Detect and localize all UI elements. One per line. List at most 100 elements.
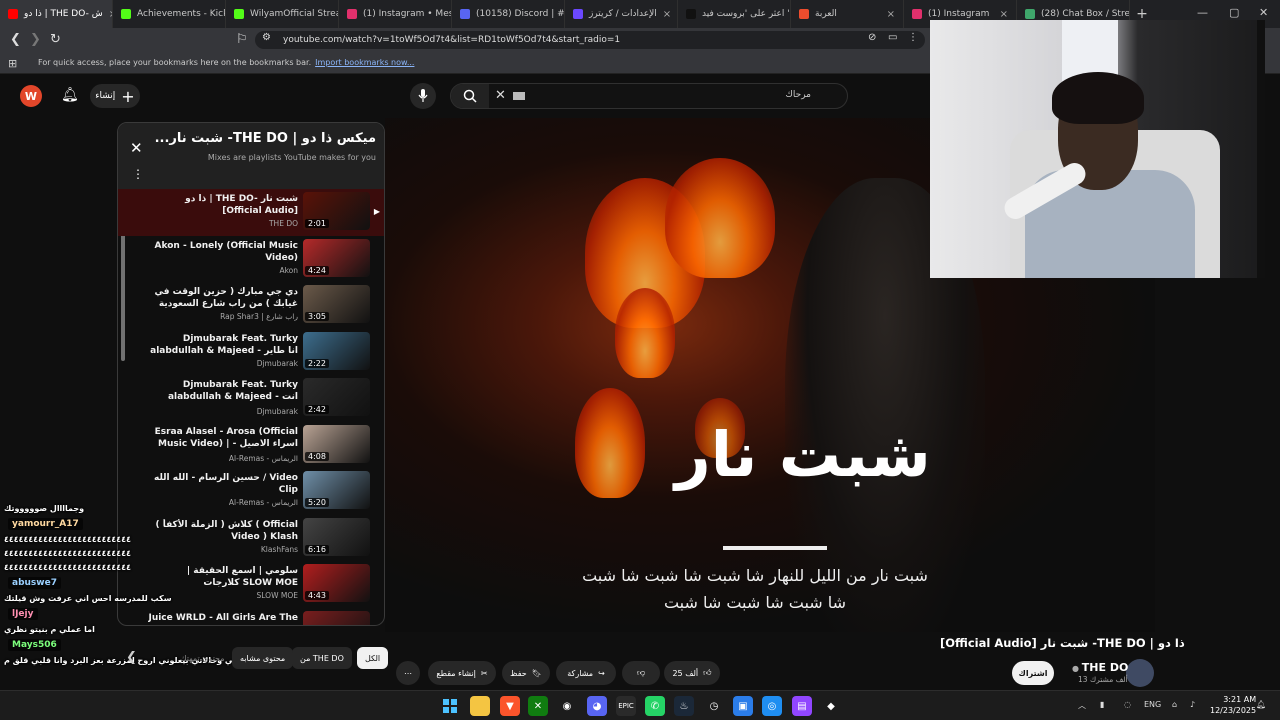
translate-icon[interactable]: ⊘ — [868, 32, 876, 43]
uplay-icon[interactable]: ◎ — [762, 696, 782, 716]
tab-label: (10158) Discord | # — [476, 9, 565, 19]
chip-recommended[interactable]: محتوى تمهتك — [172, 647, 233, 669]
video-thumbnail[interactable]: 3:05 — [303, 285, 370, 323]
lyrics-line-2: شا شبت شا شبت شا شبت — [663, 593, 847, 612]
playlist-item[interactable]: 2:22 Djmubarak Feat. Turky alabdullah & M… — [118, 329, 384, 376]
notification-center-icon[interactable]: 🔔︎ — [1256, 700, 1266, 709]
browser-tab[interactable]: Achievements - Kick D× — [113, 0, 226, 28]
clear-search-icon[interactable]: ✕ — [495, 88, 506, 103]
close-tab-icon[interactable]: × — [1000, 9, 1008, 20]
tray-mic-icon[interactable]: ◌ — [1124, 700, 1131, 709]
store-icon[interactable]: ▣ — [733, 696, 753, 716]
back-icon[interactable]: ❮ — [10, 32, 21, 47]
search-button[interactable] — [451, 84, 489, 108]
tab-label: الإعدادات / كريترز — [589, 9, 657, 19]
maximize-icon[interactable]: ▢ — [1229, 6, 1239, 19]
close-window-icon[interactable]: ✕ — [1259, 6, 1268, 19]
share-button[interactable]: مشاركة ↪ — [556, 661, 616, 685]
start-icon[interactable] — [440, 696, 460, 716]
browser-tab[interactable]: WilyamOfficial Stream× — [226, 0, 339, 28]
url-field[interactable]: youtube.com/watch?v=1toWf5Od7t4&list=RD1… — [255, 31, 925, 49]
video-thumbnail[interactable]: 6:16 — [303, 517, 370, 556]
video-thumbnail[interactable]: 2:22 — [303, 331, 370, 370]
xbox-icon[interactable]: ✕ — [528, 696, 548, 716]
reload-icon[interactable]: ↻ — [50, 32, 61, 47]
network-icon[interactable]: ⌂ — [1172, 700, 1177, 709]
playlist-item[interactable]: 4:08 Esraa Alasel - Arosa (Official Music… — [118, 422, 384, 469]
browser-tab[interactable]: (1) Instagram • Messa× — [339, 0, 452, 28]
discord-icon[interactable]: ◕ — [587, 696, 607, 716]
volume-icon[interactable]: ♪ — [1190, 700, 1195, 709]
more-options-icon[interactable]: ⋮ — [132, 167, 144, 181]
close-tab-icon[interactable]: × — [663, 9, 671, 20]
lyrics-text: شبت نار من الليل للنهار شا شبت شا شبت شا… — [545, 562, 965, 616]
browser-tab[interactable]: اعثر على 'بروست فيد '× — [678, 0, 791, 28]
chip-from-channel[interactable]: من THE DO — [292, 647, 352, 669]
cast-icon[interactable]: ▭ — [888, 32, 897, 43]
search-input[interactable]: مرحاك — [785, 90, 811, 100]
chip-scroll-left-icon[interactable]: ❮ — [126, 650, 137, 665]
more-actions-button[interactable]: ⋯ — [396, 661, 420, 685]
clock-app-icon[interactable]: ◷ — [704, 696, 724, 716]
chip-related[interactable]: محتوى مشابه — [232, 647, 294, 669]
save-button[interactable]: حفظ 🔖︎ — [502, 661, 550, 685]
video-thumbnail[interactable]: 4:24 — [303, 238, 370, 277]
clock-time: 3:21 AM — [1223, 695, 1257, 704]
apps-icon[interactable]: ⊞ — [8, 57, 17, 70]
site-info-icon[interactable]: ⚙ — [262, 32, 271, 43]
steam-icon[interactable]: ♨ — [674, 696, 694, 716]
page-scrollbar[interactable] — [1257, 20, 1265, 278]
dislike-button[interactable]: 👎︎ — [622, 661, 660, 685]
create-button[interactable]: إنشاء + — [90, 84, 140, 108]
video-thumbnail[interactable] — [303, 610, 370, 625]
video-thumbnail[interactable]: 5:20 — [303, 471, 370, 509]
channel-name[interactable]: ● THE DO — [1072, 661, 1128, 674]
chat-message: ٤٤٤٤٤٤٤٤٤٤٤٤٤٤٤٤٤٤٤٤٤٤٤٤٤٤ — [4, 563, 131, 572]
minimize-icon[interactable]: — — [1197, 6, 1208, 19]
browser-tab[interactable]: (10158) Discord | #× — [452, 0, 565, 28]
twitch-icon[interactable]: ▤ — [792, 696, 812, 716]
browser-tab[interactable]: ذا دو | THE DO- ش× — [0, 0, 113, 28]
tray-expand-icon[interactable]: ︿ — [1078, 700, 1086, 711]
video-duration: 2:01 — [305, 219, 329, 228]
chip-all[interactable]: الكل — [357, 647, 389, 669]
video-thumbnail[interactable]: 2:01 — [303, 192, 370, 230]
import-bookmarks-link[interactable]: Import bookmarks now... — [315, 58, 414, 67]
playlist-item-title: Djmubarak Feat. Turky alabdullah & Majee… — [167, 380, 298, 405]
epic-games-icon[interactable]: EPIC — [616, 696, 636, 716]
video-thumbnail[interactable]: 2:42 — [303, 378, 370, 416]
close-playlist-icon[interactable]: ✕ — [130, 139, 143, 157]
like-button[interactable]: 25 ألف 👍︎ — [664, 661, 720, 685]
close-tab-icon[interactable]: × — [887, 9, 895, 20]
menu-icon[interactable]: ⋮ — [908, 32, 918, 43]
video-thumbnail[interactable]: 4:08 — [303, 424, 370, 463]
search-cursor — [513, 92, 525, 100]
video-thumbnail[interactable]: 4:43 — [303, 564, 370, 602]
file-explorer-icon[interactable] — [470, 696, 490, 716]
chat-username: Mays506 — [8, 639, 61, 651]
brave-browser-icon[interactable]: ▼ — [500, 696, 520, 716]
bookmark-icon[interactable]: ⚐ — [236, 32, 248, 47]
voice-search-button[interactable] — [410, 83, 436, 109]
playlist-item[interactable]: 3:05 دي جي مبارك ( حزين الوقت في غيابك ) … — [118, 282, 384, 329]
playlist-title[interactable]: ميكس ذا دو | THE DO- شبت نار... — [155, 131, 376, 146]
browser-tab[interactable]: الإعدادات / كريترز × — [565, 0, 678, 28]
subscribe-button[interactable]: اشتراك — [1012, 661, 1054, 685]
browser-tab[interactable]: العربة × — [791, 0, 904, 28]
channel-avatar[interactable] — [1126, 659, 1154, 687]
notifications-icon[interactable]: 🔔︎ — [61, 87, 79, 103]
forward-icon[interactable]: ❯ — [30, 32, 41, 47]
playlist-item[interactable]: 2:01 ذا دو | THE DO- شبت نار [Official Au… — [118, 189, 384, 236]
kick-app-icon[interactable]: ◆ — [821, 696, 841, 716]
video-duration: 4:24 — [305, 265, 329, 275]
whatsapp-icon[interactable]: ✆ — [645, 696, 665, 716]
playlist-item[interactable]: 2:42 Djmubarak Feat. Turky alabdullah & M… — [118, 375, 384, 422]
tray-app-icon[interactable]: ▮ — [1100, 700, 1104, 709]
clip-button[interactable]: إنشاء مقطع ✂ — [428, 661, 496, 685]
system-clock[interactable]: 3:21 AM 12/23/2025 — [1210, 694, 1256, 716]
obs-icon[interactable]: ◉ — [557, 696, 577, 716]
playlist-item[interactable]: 4:24 Akon - Lonely (Official Music Video)… — [118, 236, 384, 283]
account-avatar[interactable]: W — [20, 85, 42, 107]
language-indicator[interactable]: ENG — [1144, 700, 1161, 709]
chat-message: اما عملي م بنيتو نظري — [4, 625, 95, 634]
